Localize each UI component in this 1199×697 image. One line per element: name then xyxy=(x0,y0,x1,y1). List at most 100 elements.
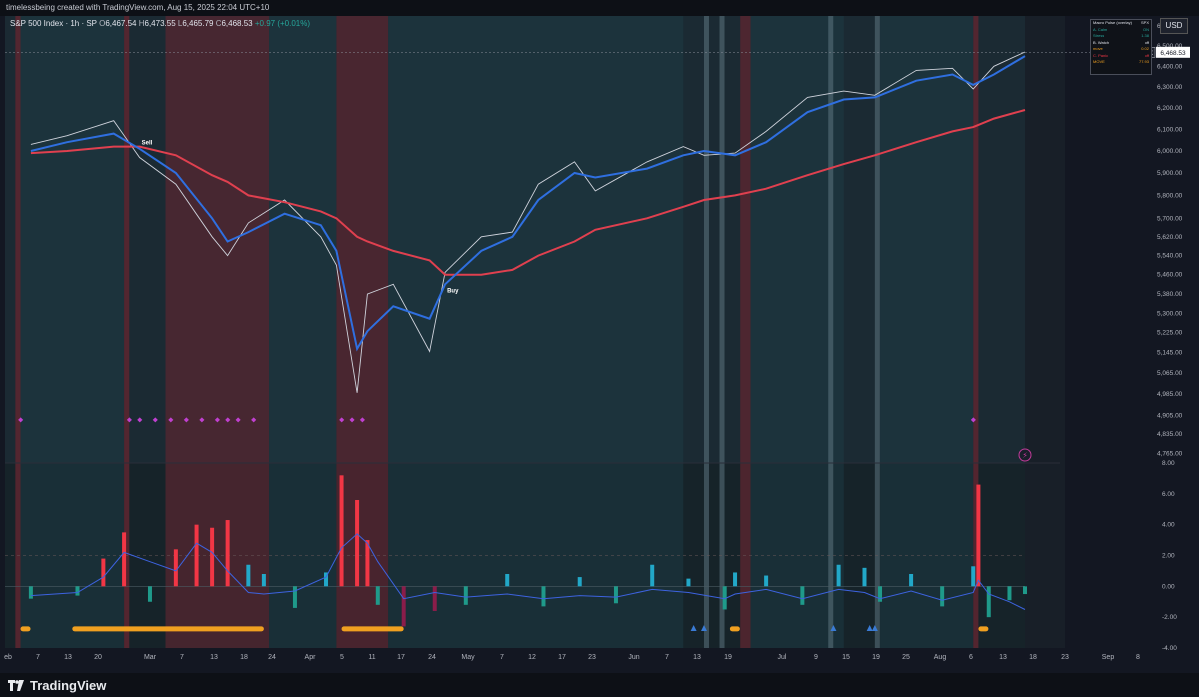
price-tick-label: 5,700.00 xyxy=(1157,215,1183,222)
symbol-name: S&P 500 Index · 1h · SP xyxy=(10,19,97,28)
oscillator-tick-label: -2.00 xyxy=(1162,614,1177,621)
histogram-bar-19 xyxy=(463,586,468,605)
stress-band-2 xyxy=(165,16,270,648)
price-chart[interactable]: SellBuy 6,600.006,500.006,400.006,300.00… xyxy=(0,0,1199,697)
time-tick-label: 7 xyxy=(180,654,184,661)
close-value: 6,468.53 xyxy=(221,19,253,28)
lightning-glyph: ⚡ xyxy=(1022,451,1028,460)
tradingview-logo-icon xyxy=(8,680,24,691)
price-tick-label: 4,905.00 xyxy=(1157,412,1183,419)
oscillator-tick-label: 8.00 xyxy=(1162,460,1175,467)
time-tick-label: 15 xyxy=(842,654,850,661)
currency-button[interactable]: USD xyxy=(1160,18,1188,34)
time-tick-label: 7 xyxy=(500,654,504,661)
low-value: 6,465.79 xyxy=(182,19,214,28)
price-tick-label: 5,300.00 xyxy=(1157,311,1183,318)
calm-band-4 xyxy=(880,16,974,648)
histogram-bar-39 xyxy=(1023,586,1027,595)
price-axis[interactable]: 6,600.006,500.006,400.006,300.006,200.00… xyxy=(1157,23,1183,457)
watch-band-1 xyxy=(719,16,725,648)
time-tick-label: 8 xyxy=(1136,654,1140,661)
histogram-bar-37 xyxy=(986,586,991,618)
histogram-bar-18 xyxy=(432,586,437,611)
time-tick-label: 18 xyxy=(240,654,248,661)
signal-label-buy: Buy xyxy=(447,288,459,294)
bottom-bar xyxy=(0,673,1199,697)
stress-band-3 xyxy=(336,16,389,648)
watch-band-2 xyxy=(828,16,834,648)
histogram-bar-15 xyxy=(365,540,370,587)
histogram-bar-21 xyxy=(541,586,546,607)
price-tick-label: 5,065.00 xyxy=(1157,370,1183,377)
histogram-bar-20 xyxy=(505,574,510,587)
time-tick-label: May xyxy=(461,654,475,661)
price-tick-label: 6,200.00 xyxy=(1157,105,1183,112)
histogram-bar-22 xyxy=(577,577,582,587)
time-tick-label: 23 xyxy=(1061,654,1069,661)
oscillator-tick-label: 4.00 xyxy=(1162,522,1175,529)
price-tick-label: 5,225.00 xyxy=(1157,329,1183,336)
histogram-bar-10 xyxy=(261,574,266,587)
panic-pill-1 xyxy=(729,626,740,632)
future-region xyxy=(1025,16,1065,648)
time-tick-label: Jun xyxy=(628,654,639,661)
price-tick-label: 6,400.00 xyxy=(1157,63,1183,70)
histogram-bar-9 xyxy=(246,564,251,587)
time-tick-label: 18 xyxy=(1029,654,1037,661)
symbol-legend[interactable]: S&P 500 Index · 1h · SP O6,467.54 H6,473… xyxy=(10,19,310,28)
time-tick-label: 7 xyxy=(36,654,40,661)
open-value: 6,467.54 xyxy=(105,19,137,28)
histogram-bar-2 xyxy=(101,558,106,587)
histogram-bar-1 xyxy=(75,586,80,596)
tradingview-logo[interactable]: TradingView xyxy=(8,678,106,693)
high-value: 6,473.55 xyxy=(144,19,176,28)
histogram-bar-16 xyxy=(375,586,380,605)
calm-band-0 xyxy=(20,16,125,648)
histogram-bar-3 xyxy=(122,532,127,587)
histogram-bar-33 xyxy=(909,574,914,587)
watch-band-3 xyxy=(874,16,880,648)
macro-pulse-row-label: MOVE xyxy=(1093,59,1105,64)
time-tick-label: Apr xyxy=(305,654,317,661)
time-tick-label: Mar xyxy=(144,654,157,661)
histogram-bar-0 xyxy=(28,586,33,599)
histogram-bar-14 xyxy=(355,500,360,587)
price-tick-label: 5,800.00 xyxy=(1157,192,1183,199)
histogram-bar-27 xyxy=(733,572,738,587)
calm-band-2 xyxy=(388,16,684,648)
brand-name: TradingView xyxy=(30,678,107,693)
histogram-bar-25 xyxy=(686,578,691,587)
histogram-bar-36 xyxy=(976,484,981,587)
price-tick-label: 6,300.00 xyxy=(1157,84,1183,91)
stress-band-4 xyxy=(740,16,751,648)
histogram-bar-13 xyxy=(339,475,344,587)
price-tick-label: 5,460.00 xyxy=(1157,272,1183,279)
histogram-bar-30 xyxy=(836,564,841,587)
histogram-bar-35 xyxy=(971,566,976,587)
histogram-bar-23 xyxy=(613,586,618,604)
histogram-bar-8 xyxy=(225,520,230,587)
price-tick-label: 4,765.00 xyxy=(1157,450,1183,457)
time-tick-label: 13 xyxy=(210,654,218,661)
time-tick-label: 23 xyxy=(588,654,596,661)
time-tick-label: 17 xyxy=(397,654,405,661)
price-tick-label: 5,620.00 xyxy=(1157,234,1183,241)
macro-pulse-row-value: 77.93 xyxy=(1138,59,1149,64)
time-tick-label: Sep xyxy=(1102,654,1115,661)
histogram-bar-31 xyxy=(862,567,867,587)
panic-pill-0 xyxy=(20,626,31,632)
price-tick-label: 5,380.00 xyxy=(1157,291,1183,298)
oscillator-tick-label: 0.00 xyxy=(1162,583,1175,590)
macro-pulse-row: MOVE 77.93 xyxy=(1091,59,1151,66)
time-tick-label: 17 xyxy=(558,654,566,661)
histogram-bar-38 xyxy=(1007,586,1012,601)
calm-band-1 xyxy=(269,16,337,648)
histogram-bar-28 xyxy=(764,575,769,587)
histogram-bar-4 xyxy=(147,586,152,602)
time-tick-label: 19 xyxy=(872,654,880,661)
panic-pill-2 xyxy=(978,626,989,632)
oscillator-tick-label: 6.00 xyxy=(1162,491,1175,498)
time-tick-label: 11 xyxy=(368,654,375,661)
macro-pulse-panel: Macro Pulse (overlay) SPX A. Calm ON Stress 1… xyxy=(1090,19,1152,75)
histogram-bar-11 xyxy=(292,586,297,608)
